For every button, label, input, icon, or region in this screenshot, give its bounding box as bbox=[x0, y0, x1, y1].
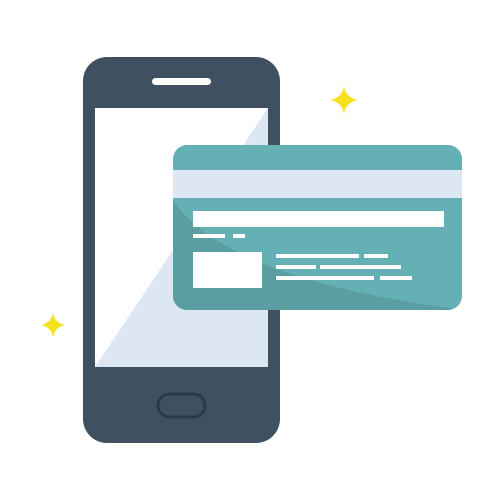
card-text-line bbox=[364, 254, 388, 258]
phone-home-button bbox=[156, 392, 207, 419]
card-text-line bbox=[320, 265, 401, 269]
phone-speaker bbox=[152, 78, 211, 85]
card-chip-box bbox=[193, 252, 262, 288]
card-text-line bbox=[276, 254, 359, 258]
card-text-line bbox=[380, 276, 412, 280]
card-text-line bbox=[233, 234, 245, 238]
card-signature-line bbox=[193, 211, 444, 227]
illustration-canvas bbox=[0, 0, 500, 500]
card-text-line bbox=[193, 234, 225, 238]
sparkle-icon bbox=[41, 313, 65, 337]
card-text-line bbox=[276, 276, 374, 280]
card-text-line bbox=[276, 265, 316, 269]
sparkle-icon bbox=[330, 86, 358, 114]
mobile-payment-illustration bbox=[41, 57, 462, 443]
credit-card-icon bbox=[173, 145, 462, 310]
card-magnetic-stripe bbox=[173, 170, 462, 198]
